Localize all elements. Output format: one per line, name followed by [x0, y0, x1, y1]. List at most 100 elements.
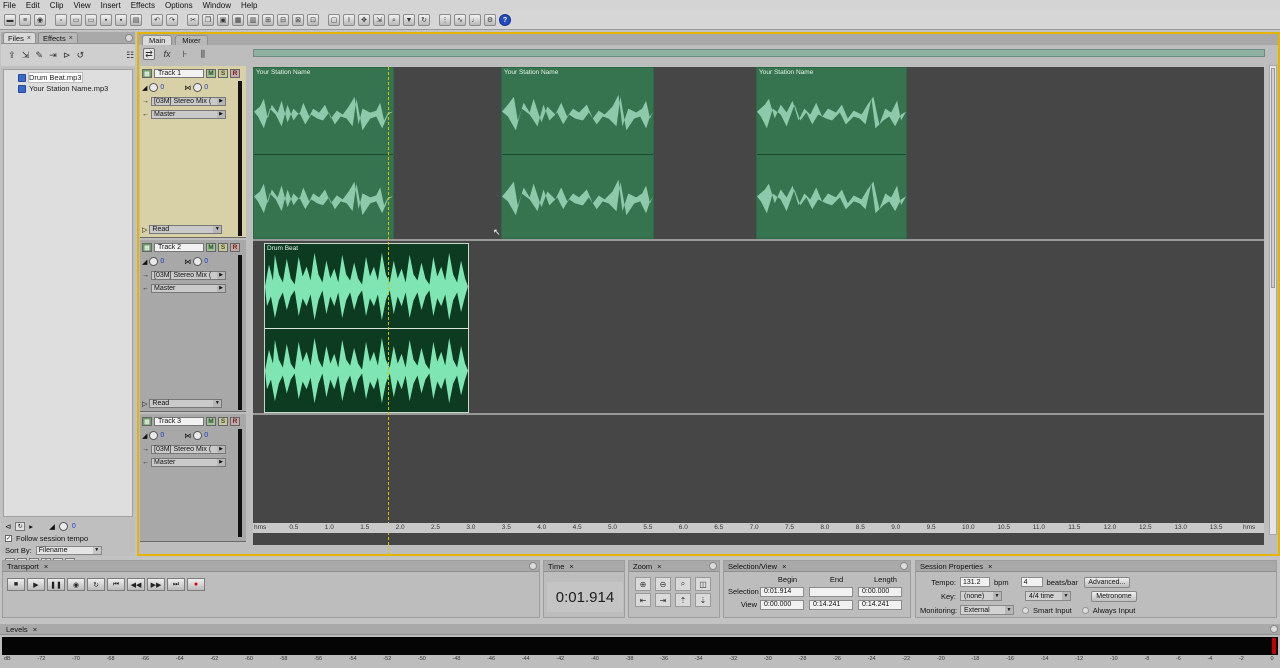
- eq-icon[interactable]: ⫼: [197, 48, 209, 60]
- close-icon[interactable]: ×: [33, 625, 37, 634]
- view-begin-field[interactable]: 0:00.000: [760, 599, 804, 610]
- volume-value[interactable]: 0: [160, 258, 164, 265]
- fast-forward-button[interactable]: ▶▶: [147, 578, 165, 591]
- session-overview-bar[interactable]: [253, 49, 1265, 57]
- print-icon[interactable]: ▤: [130, 14, 142, 26]
- close-icon[interactable]: ×: [569, 562, 573, 571]
- time-display[interactable]: 0:01.914: [547, 582, 623, 612]
- clip-indicator[interactable]: [1272, 638, 1276, 654]
- input-select[interactable]: [03M] Stereo Mix ( ▶: [151, 97, 226, 106]
- copy-icon[interactable]: ❐: [202, 14, 214, 26]
- group-icon[interactable]: ⊞: [262, 14, 274, 26]
- close-icon[interactable]: ×: [657, 562, 661, 571]
- smart-input-radio[interactable]: [1022, 606, 1029, 614]
- panel-menu-icon[interactable]: [1270, 625, 1278, 633]
- pause-button[interactable]: ❚❚: [47, 578, 65, 591]
- close-icon[interactable]: ×: [69, 35, 73, 42]
- tab-main[interactable]: Main: [142, 35, 173, 45]
- paste-icon[interactable]: ▣: [217, 14, 229, 26]
- snap-icon[interactable]: ⋮: [439, 14, 451, 26]
- hybrid-icon[interactable]: ⇲: [373, 14, 385, 26]
- zoom-in-horizontal-icon[interactable]: ⊕: [635, 577, 651, 591]
- tab-files[interactable]: Files ×: [3, 32, 36, 43]
- vertical-scrollbar[interactable]: [1269, 65, 1277, 535]
- align-icon[interactable]: ⊠: [292, 14, 304, 26]
- panel-menu-icon[interactable]: [529, 562, 537, 570]
- scrollbar-thumb[interactable]: [1271, 68, 1275, 288]
- solo-button[interactable]: S: [218, 69, 228, 78]
- expand-icon[interactable]: ▷: [142, 400, 147, 408]
- record-arm-button[interactable]: R: [230, 243, 240, 252]
- track-header-3[interactable]: ⊞ Track 3 M S R ◢ 0 ⋈ 0 → [03M] Stereo M…: [140, 414, 246, 542]
- clip-station-name[interactable]: Your Station Name: [501, 67, 654, 239]
- zoom-out-horizontal-icon[interactable]: ⊖: [655, 577, 671, 591]
- rewind-button[interactable]: ◀◀: [127, 578, 145, 591]
- open-icon[interactable]: ▭: [70, 14, 82, 26]
- mix-paste-icon[interactable]: ▦: [232, 14, 244, 26]
- zoom-icon[interactable]: ⌕: [388, 14, 400, 26]
- menu-view[interactable]: View: [73, 1, 90, 10]
- redo-icon[interactable]: ↷: [166, 14, 178, 26]
- monitoring-select[interactable]: External ▼: [960, 605, 1014, 615]
- volume-knob[interactable]: [149, 83, 159, 92]
- expand-icon[interactable]: ▷: [142, 226, 147, 234]
- menu-insert[interactable]: Insert: [101, 1, 121, 10]
- playhead-cursor[interactable]: [388, 67, 389, 555]
- play-from-cursor-button[interactable]: ◉: [67, 578, 85, 591]
- trim-icon[interactable]: ⊡: [307, 14, 319, 26]
- volume-value[interactable]: 0: [160, 84, 164, 91]
- selection-length-field[interactable]: 0:00.000: [858, 586, 902, 597]
- input-select[interactable]: [03M] Stereo Mix ( ▶: [151, 445, 226, 454]
- mute-button[interactable]: M: [206, 417, 216, 426]
- pan-knob[interactable]: [193, 83, 203, 92]
- automation-select[interactable]: Read ▼: [149, 399, 223, 408]
- tracks-area[interactable]: Your Station Name Your Station Name Your…: [253, 67, 1264, 555]
- tempo-field[interactable]: 131.2: [960, 577, 990, 587]
- close-icon[interactable]: ×: [988, 562, 992, 571]
- output-select[interactable]: Master ▶: [151, 110, 226, 119]
- clip-station-name[interactable]: Your Station Name: [253, 67, 394, 239]
- volume-knob[interactable]: [149, 431, 159, 440]
- track-lane-2[interactable]: Drum Beat: [253, 241, 1264, 415]
- menu-clip[interactable]: Clip: [50, 1, 64, 10]
- help-icon[interactable]: ?: [499, 14, 511, 26]
- time-signature-select[interactable]: 4/4 time ▼: [1025, 591, 1071, 601]
- sort-by-select[interactable]: Filename ▼: [35, 545, 102, 555]
- undo-icon[interactable]: ↶: [151, 14, 163, 26]
- selection-begin-field[interactable]: 0:01.914: [760, 586, 804, 597]
- follow-tempo-checkbox[interactable]: ✓: [5, 534, 12, 542]
- pan-knob[interactable]: [193, 431, 203, 440]
- multitrack-view-icon[interactable]: ≡: [19, 14, 31, 26]
- insert-into-multitrack-icon[interactable]: ⇥: [48, 50, 58, 61]
- clip-station-name[interactable]: Your Station Name: [756, 67, 907, 239]
- show-options-icon[interactable]: ☷: [125, 50, 135, 61]
- rewind-icon[interactable]: ⊲: [5, 522, 11, 531]
- close-icon[interactable]: ×: [782, 562, 786, 571]
- menu-help[interactable]: Help: [241, 1, 257, 10]
- volume-value[interactable]: 0: [160, 432, 164, 439]
- stop-button[interactable]: ■: [7, 578, 25, 591]
- cut-icon[interactable]: ✂: [187, 14, 199, 26]
- pan-value[interactable]: 0: [204, 258, 208, 265]
- menu-edit[interactable]: Edit: [26, 1, 40, 10]
- go-to-start-button[interactable]: ⏮: [107, 578, 125, 591]
- tab-effects[interactable]: Effects ×: [37, 32, 78, 43]
- mute-button[interactable]: M: [206, 243, 216, 252]
- tempo-knob[interactable]: [58, 521, 68, 531]
- waveform-view-icon[interactable]: ▬: [4, 14, 16, 26]
- effects-icon[interactable]: fx: [161, 48, 173, 60]
- play-file-icon[interactable]: ⊳: [62, 50, 72, 61]
- mute-button[interactable]: M: [206, 69, 216, 78]
- track-name-field[interactable]: Track 2: [154, 243, 204, 252]
- tempo-value[interactable]: 0: [72, 523, 76, 530]
- loop-icon[interactable]: ↻: [15, 521, 26, 531]
- insert-silence-icon[interactable]: ▥: [247, 14, 259, 26]
- marker-icon[interactable]: ▼: [403, 14, 415, 26]
- record-arm-button[interactable]: R: [230, 417, 240, 426]
- solo-button[interactable]: S: [218, 243, 228, 252]
- pan-knob[interactable]: [193, 257, 203, 266]
- automation-select[interactable]: Read ▼: [149, 225, 223, 234]
- new-session-icon[interactable]: ▫: [55, 14, 67, 26]
- split-icon[interactable]: ⊟: [277, 14, 289, 26]
- beats-field[interactable]: 4: [1020, 577, 1043, 587]
